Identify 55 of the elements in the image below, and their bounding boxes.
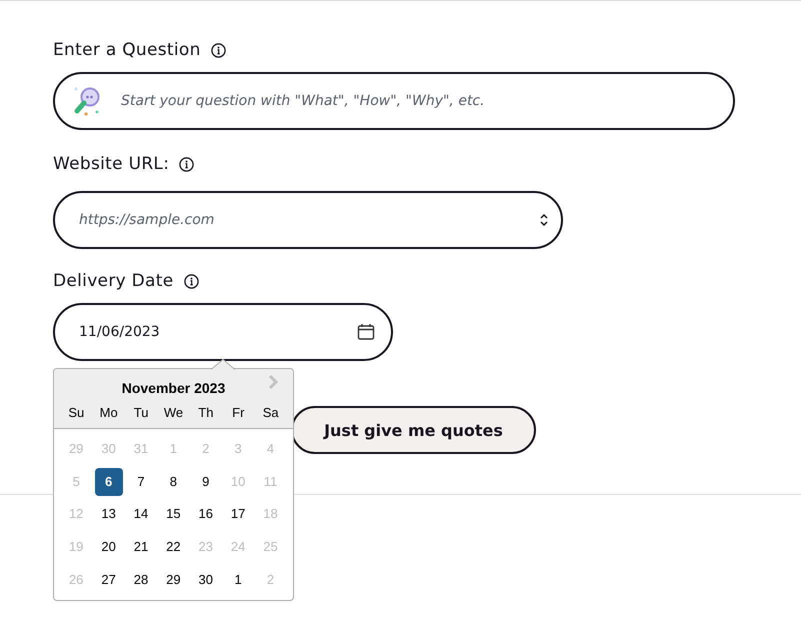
question-field[interactable]: Start your question with "What", "How", "Why", etc.	[53, 72, 735, 130]
info-icon[interactable]	[210, 42, 226, 58]
calendar-day[interactable]: 15	[159, 500, 188, 528]
calendar-day: 31	[126, 435, 155, 463]
calendar-day[interactable]: 9	[192, 468, 220, 496]
calendar-day[interactable]: 1	[224, 566, 252, 594]
calendar-day[interactable]: 8	[159, 468, 188, 496]
calendar-day[interactable]: 20	[94, 533, 123, 562]
field-label: Delivery Date	[53, 271, 174, 291]
calendar-day: 18	[256, 500, 285, 528]
calendar-icon[interactable]	[357, 323, 375, 341]
calendar-day: 23	[192, 533, 220, 562]
calendar-day[interactable]: 27	[94, 566, 123, 594]
info-icon[interactable]	[179, 156, 194, 172]
calendar-day: 5	[62, 468, 90, 496]
weekday-label: Su	[67, 404, 86, 422]
calendar-day[interactable]: 13	[94, 500, 123, 528]
calendar-day[interactable]: 22	[159, 533, 188, 562]
calendar-day[interactable]: 29	[159, 566, 188, 594]
calendar-day: 3	[224, 435, 252, 463]
weekday-label: Th	[197, 404, 214, 422]
url-select[interactable]: https://sample.com	[53, 191, 563, 249]
field-label: Website URL:	[53, 154, 170, 174]
calendar-day: 25	[256, 533, 285, 562]
calendar-day: 24	[224, 533, 252, 562]
calendar-day: 19	[62, 533, 90, 562]
calendar-day: 1	[159, 435, 188, 463]
calendar-day: 11	[256, 468, 285, 496]
calendar-day[interactable]: 21	[126, 533, 155, 562]
updown-icon	[539, 213, 549, 227]
weekday-label: Sa	[262, 404, 280, 422]
weekday-label: Mo	[98, 404, 119, 422]
calendar-day[interactable]: 6	[94, 468, 123, 496]
calendar-day[interactable]: 30	[192, 566, 220, 594]
calendar-day: 4	[256, 435, 285, 463]
calendar-day[interactable]: 7	[126, 468, 155, 496]
month-title: November 2023	[122, 380, 226, 396]
calendar-day: 2	[192, 435, 220, 463]
calendar-day: 2	[256, 566, 285, 594]
date-field[interactable]: 11/06/2023	[53, 303, 393, 361]
calendar-day[interactable]: 14	[126, 500, 155, 528]
weekday-label: Tu	[132, 404, 150, 422]
calendar-day[interactable]: 17	[224, 500, 252, 528]
weekday-label: We	[162, 404, 184, 422]
field-label: Enter a Question	[53, 40, 201, 60]
quotes-button[interactable]: Just give me quotes	[291, 406, 536, 454]
calendar-day: 10	[224, 468, 252, 496]
calendar-day: 29	[62, 435, 90, 463]
weekday-label: Fr	[231, 404, 246, 422]
calendar-day: 12	[62, 500, 90, 528]
calendar-day: 30	[94, 435, 123, 463]
calendar-day[interactable]: 28	[126, 566, 155, 594]
info-icon[interactable]	[184, 274, 199, 288]
calendar-day[interactable]: 16	[192, 500, 220, 528]
calendar-day: 26	[62, 566, 90, 594]
